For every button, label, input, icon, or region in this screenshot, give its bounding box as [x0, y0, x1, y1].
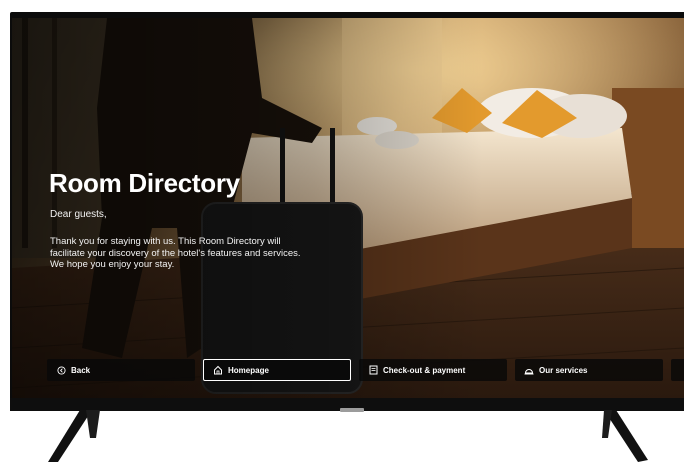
greeting-text: Dear guests, [50, 209, 107, 220]
back-button[interactable]: Back [47, 359, 195, 381]
home-icon [213, 365, 223, 375]
tv-stand [48, 410, 648, 462]
our-services-button[interactable]: Our services [515, 359, 663, 381]
our-services-button-label: Our services [539, 365, 588, 375]
tv-screen: Room Directory Dear guests, Thank you fo… [12, 18, 684, 398]
homepage-button[interactable]: Homepage [203, 359, 351, 381]
intro-text: Thank you for staying with us. This Room… [50, 236, 301, 270]
service-bell-icon [524, 365, 534, 375]
receipt-icon [368, 365, 378, 375]
back-button-label: Back [71, 365, 91, 375]
page-title: Room Directory [49, 168, 240, 198]
checkout-payment-button[interactable]: Check-out & payment [359, 359, 507, 381]
back-circle-icon [56, 365, 66, 375]
bottom-nav: Back Homepage Check-out & payment Our se… [47, 359, 684, 381]
nav-next-partial-button[interactable] [671, 359, 684, 381]
homepage-button-label: Homepage [228, 365, 269, 375]
dark-overlay [12, 18, 684, 398]
checkout-payment-button-label: Check-out & payment [383, 365, 466, 375]
